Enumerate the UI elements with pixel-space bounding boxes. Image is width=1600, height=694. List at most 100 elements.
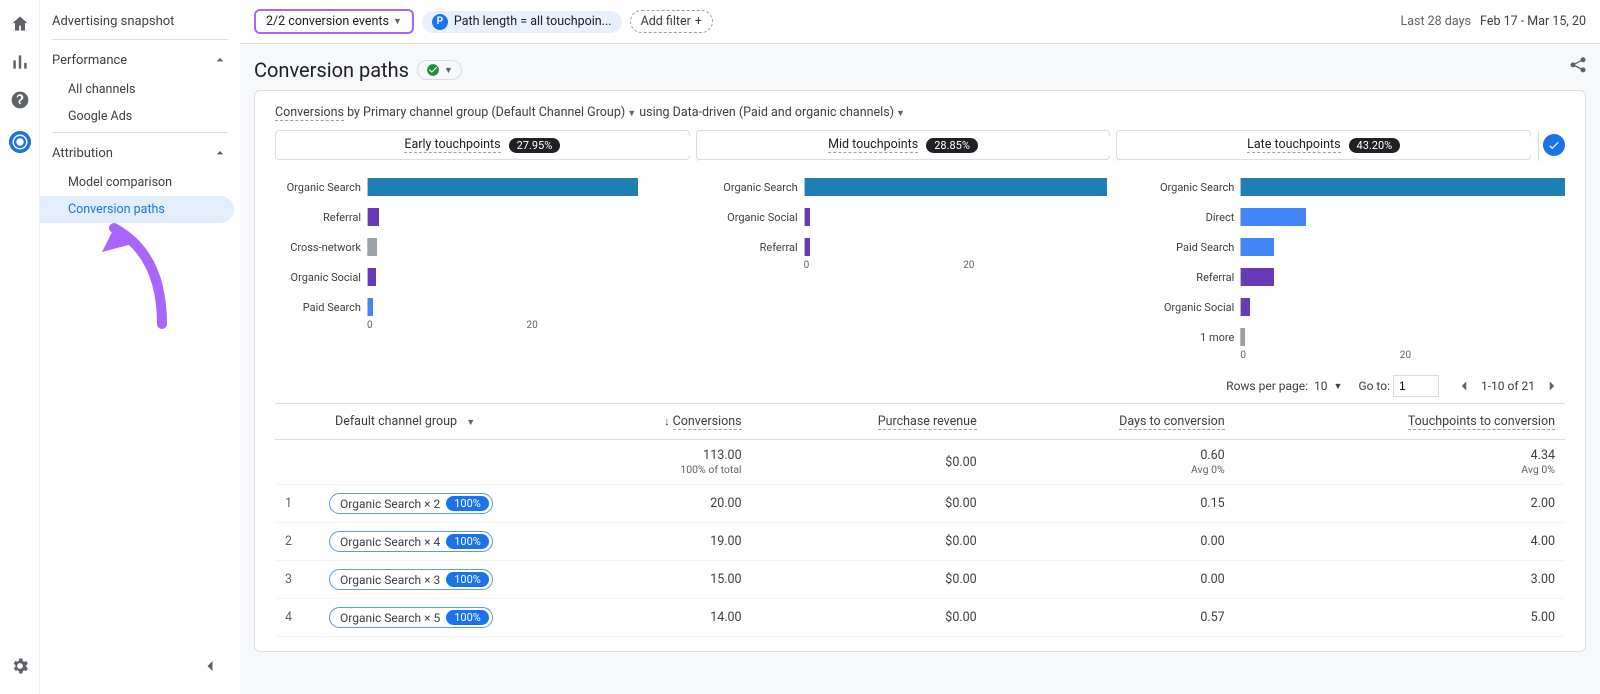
sidebar-item-attribution[interactable]: Attribution [40, 137, 240, 169]
table-row[interactable]: 2Organic Search × 4100%19.00$0.000.004.0… [275, 523, 1565, 561]
table-row[interactable]: 1Organic Search × 2100%20.00$0.000.152.0… [275, 485, 1565, 523]
path-length-chip[interactable]: P Path length = all touchpoin... [422, 11, 622, 33]
bar-fill [805, 238, 810, 256]
table-header-group[interactable]: Default channel group ▼ [275, 404, 559, 440]
chevron-down-icon[interactable]: ▼ [625, 109, 636, 119]
tab-pct: 43.20% [1349, 138, 1401, 153]
date-range: Feb 17 - Mar 15, 20 [1480, 14, 1586, 29]
sidebar-item-model-comparison[interactable]: Model comparison [40, 169, 240, 196]
chart-x-axis: 020 [1148, 346, 1565, 361]
bar-category: Organic Search [1148, 181, 1234, 194]
table-header-touchpoints[interactable]: Touchpoints to conversion [1235, 404, 1565, 440]
chart-bar-row: Paid Search [275, 298, 692, 316]
tab-early-touchpoints[interactable]: Early touchpoints 27.95% [275, 130, 690, 160]
data-table: Default channel group ▼ ↓Conversions Pur… [275, 403, 1565, 637]
chevron-down-icon: ▼ [393, 16, 402, 27]
table-row[interactable]: 3Organic Search × 3100%15.00$0.000.003.0… [275, 561, 1565, 599]
table-row[interactable]: 4Organic Search × 5100%14.00$0.000.575.0… [275, 599, 1565, 637]
metric-link[interactable]: Conversions [275, 105, 344, 121]
sidebar-item-all-channels[interactable]: All channels [40, 76, 240, 103]
date-range-picker[interactable]: Last 28 days Feb 17 - Mar 15, 20 [1400, 14, 1586, 29]
chart-bar-row: Referral [712, 238, 1129, 256]
path-label: Organic Search × 2 [340, 497, 440, 511]
tab-label: Early touchpoints [404, 137, 500, 153]
bar-category: Organic Search [712, 181, 798, 194]
share-icon[interactable] [1568, 54, 1588, 78]
bar-fill [805, 178, 1107, 196]
bar-track [367, 238, 692, 256]
tab-label: Mid touchpoints [828, 137, 918, 153]
tab-label: Late touchpoints [1247, 137, 1340, 153]
table-controls: Rows per page: 10 ▼ Go to: 1-10 of 21 [275, 361, 1565, 403]
icon-rail [0, 0, 40, 694]
th-label: Touchpoints to conversion [1408, 414, 1555, 430]
sidebar-item-performance[interactable]: Performance [40, 44, 240, 76]
chevron-down-icon: ▼ [1334, 381, 1343, 392]
filter-bar: 2/2 conversion events ▼ P Path length = … [240, 0, 1600, 44]
home-icon[interactable] [10, 14, 30, 34]
bar-category: Paid Search [1148, 241, 1234, 254]
bar-track [367, 208, 692, 226]
table-header-conversions[interactable]: ↓Conversions [559, 404, 752, 440]
chevron-right-icon[interactable] [1543, 377, 1561, 395]
report-card: Conversions by Primary channel group (De… [254, 90, 1586, 652]
sidebar-item-conversion-paths[interactable]: Conversion paths [40, 196, 234, 223]
th-label: Purchase revenue [878, 414, 977, 430]
bar-category: 1 more [1148, 331, 1234, 344]
tab-pct: 27.95% [509, 138, 561, 153]
bar-track [1240, 298, 1565, 316]
explore-icon[interactable] [10, 90, 30, 110]
path-pct: 100% [446, 496, 489, 511]
plus-icon: + [695, 14, 702, 29]
path-pill: Organic Search × 2 100% [329, 493, 493, 514]
admin-gear-icon[interactable] [10, 656, 30, 676]
collapse-sidebar-icon[interactable] [200, 656, 220, 676]
bar-fill [1241, 298, 1250, 316]
th-label: Default channel group [335, 414, 457, 429]
bar-fill [1241, 178, 1565, 196]
dimension-row: Conversions by Primary channel group (De… [275, 105, 1565, 120]
reports-icon[interactable] [10, 52, 30, 72]
date-label: Last 28 days [1400, 14, 1470, 29]
sidebar-item-label: Conversion paths [68, 202, 165, 217]
check-circle-icon [426, 63, 440, 77]
apply-check-icon[interactable] [1543, 134, 1565, 156]
conversion-events-chip[interactable]: 2/2 conversion events ▼ [254, 9, 414, 34]
page-title: Conversion paths [254, 58, 409, 82]
advertising-icon[interactable] [6, 128, 34, 156]
bar-fill [1241, 238, 1273, 256]
chevron-down-icon: ▼ [444, 65, 453, 76]
bar-fill [368, 268, 376, 286]
bar-track [367, 178, 692, 196]
tab-late-touchpoints[interactable]: Late touchpoints 43.20% [1116, 130, 1531, 160]
page-title-row: Conversion paths ▼ [240, 44, 1600, 90]
chevron-down-icon[interactable]: ▼ [894, 109, 905, 119]
bar-fill [1241, 268, 1273, 286]
bar-fill [368, 298, 373, 316]
chevron-up-icon [212, 145, 228, 161]
chart-x-axis: 020 [712, 256, 1129, 271]
path-pct: 100% [446, 534, 489, 549]
table-header-revenue[interactable]: Purchase revenue [752, 404, 987, 440]
goto-input[interactable] [1393, 375, 1439, 397]
chart-bar-row: Organic Search [275, 178, 692, 196]
sidebar: Advertising snapshot Performance All cha… [40, 0, 240, 694]
pager: 1-10 of 21 [1455, 377, 1561, 395]
bar-category: Cross-network [275, 241, 361, 254]
add-filter-button[interactable]: Add filter + [630, 10, 713, 33]
rows-per-page[interactable]: Rows per page: 10 ▼ [1226, 379, 1342, 393]
chevron-left-icon[interactable] [1455, 377, 1473, 395]
chip-label: Path length = all touchpoin... [454, 14, 612, 29]
bar-fill [805, 208, 810, 226]
tab-mid-touchpoints[interactable]: Mid touchpoints 28.85% [696, 130, 1111, 160]
sidebar-item-label: Model comparison [68, 175, 172, 190]
sidebar-item-google-ads[interactable]: Google Ads [40, 103, 240, 130]
sidebar-item-advertising-snapshot[interactable]: Advertising snapshot [40, 6, 240, 37]
report-status-button[interactable]: ▼ [417, 60, 462, 80]
path-pill: Organic Search × 3100% [329, 569, 493, 590]
path-label: Organic Search × 4 [340, 535, 440, 549]
bar-track [804, 178, 1129, 196]
table-header-days[interactable]: Days to conversion [987, 404, 1235, 440]
path-pct: 100% [446, 572, 489, 587]
bar-fill [368, 238, 377, 256]
